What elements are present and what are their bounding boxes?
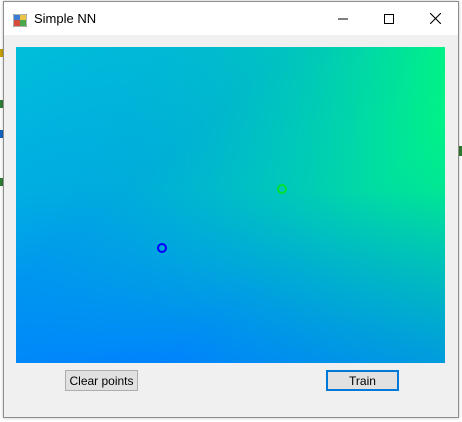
nn-output-canvas[interactable]	[16, 47, 445, 363]
data-point-green[interactable]	[277, 184, 287, 194]
gradient-diagonal	[16, 47, 445, 363]
minimize-button[interactable]	[320, 2, 366, 35]
window-title: Simple NN	[34, 11, 97, 26]
data-point-blue[interactable]	[157, 243, 167, 253]
minimize-icon	[338, 9, 348, 28]
maximize-icon	[384, 9, 394, 28]
app-icon	[12, 12, 28, 28]
app-window: Simple NN Clear points Train	[3, 1, 459, 418]
train-button[interactable]: Train	[326, 370, 399, 391]
close-button[interactable]	[412, 2, 458, 35]
clear-points-button[interactable]: Clear points	[65, 370, 138, 391]
close-icon	[429, 9, 441, 28]
title-bar[interactable]: Simple NN	[4, 2, 458, 35]
maximize-button[interactable]	[366, 2, 412, 35]
